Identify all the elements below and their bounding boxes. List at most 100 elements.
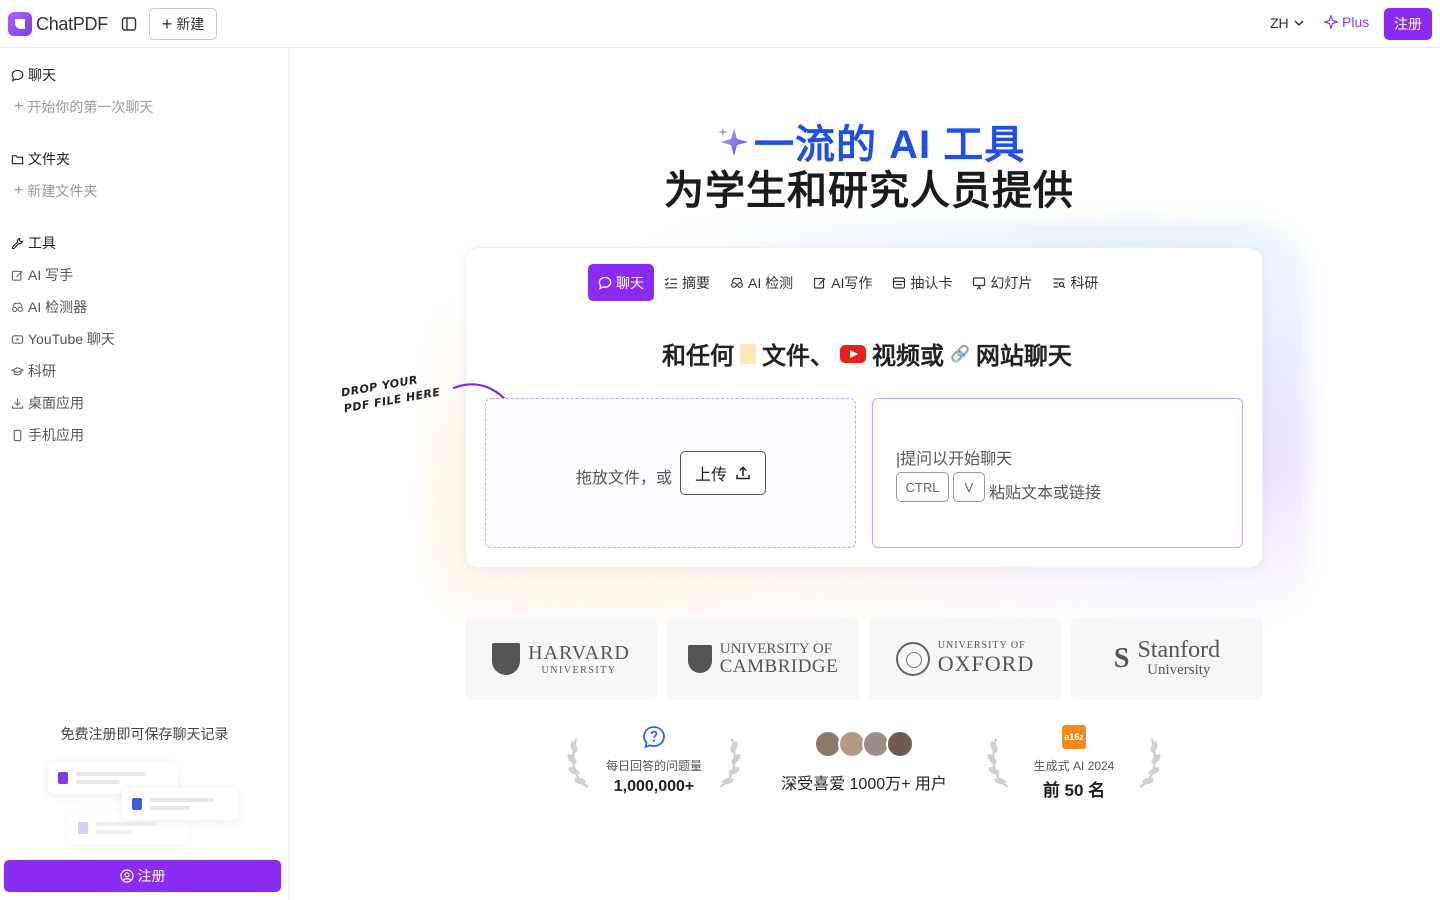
sidebar-register-button[interactable]: 注册	[4, 860, 281, 892]
heading-part: 网站聊天	[975, 343, 1072, 370]
document-icon	[58, 772, 68, 784]
folder-icon	[10, 152, 24, 166]
cambridge-shield-icon	[687, 644, 712, 673]
folder-section-title: 文件夹	[10, 149, 70, 169]
university-sub: University	[1147, 662, 1211, 678]
upload-icon	[736, 466, 750, 480]
university-name: Stanford	[1137, 637, 1221, 663]
plus-upgrade-link[interactable]: Plus	[1324, 14, 1369, 30]
university-logo-harvard: HARVARD UNIVERSITY	[465, 617, 657, 700]
heading-part: 和任何	[662, 343, 734, 370]
tab-summary[interactable]: 摘要	[654, 264, 720, 301]
sidebar-toggle-icon[interactable]	[120, 15, 138, 33]
tab-ai-detect[interactable]: AI 检测	[720, 264, 803, 301]
question-circle-icon	[643, 726, 665, 749]
upload-button[interactable]: 上传	[680, 451, 766, 495]
sidebar-item-ai-detector[interactable]: AI 检测器	[10, 297, 87, 317]
avatar	[886, 730, 914, 758]
tab-label: AI 检测	[748, 274, 794, 291]
sidebar-item-ai-writer[interactable]: AI 写手	[10, 265, 73, 285]
sidebar-item-youtube-chat[interactable]: YouTube 聊天	[10, 329, 115, 349]
a16z-logo: a16z	[1062, 725, 1086, 749]
phone-icon	[10, 428, 24, 442]
detector-icon	[731, 277, 743, 288]
stat-label: 每日回答的问题量	[605, 759, 702, 773]
detector-icon	[10, 300, 24, 314]
a16z-stat: 生成式 AI 2024 前 50 名	[1014, 757, 1134, 801]
university-logo-cambridge: UNIVERSITY OF CAMBRIDGE	[667, 617, 859, 700]
language-label: ZH	[1270, 15, 1289, 31]
sparkle-icon	[718, 127, 748, 156]
hero-title-line2: 为学生和研究人员提供	[664, 169, 1074, 213]
download-icon	[10, 396, 24, 410]
tab-flashcards[interactable]: 抽认卡	[882, 264, 962, 301]
plus-label: Plus	[1342, 14, 1370, 30]
research-icon	[1053, 277, 1066, 288]
tab-chat[interactable]: 聊天	[588, 264, 654, 301]
document-icon	[740, 343, 756, 364]
tab-research[interactable]: 科研	[1042, 264, 1108, 301]
chat-section-title: 聊天	[10, 65, 56, 85]
heading-part: 文件、	[762, 343, 834, 370]
user-avatars	[814, 730, 914, 758]
heading-part: 视频或	[872, 343, 944, 370]
logo-icon	[8, 12, 32, 36]
register-button[interactable]: 注册	[1384, 8, 1432, 40]
sidebar-item-research[interactable]: 科研	[10, 361, 56, 381]
sidebar-item-mobile-app[interactable]: 手机应用	[10, 425, 84, 445]
tools-section-title: 工具	[10, 233, 56, 253]
youtube-icon	[10, 332, 24, 346]
plus-icon: +	[14, 98, 24, 115]
stat-value: 深受喜爱 1000万+ 用户	[781, 776, 947, 793]
language-selector[interactable]: ZH	[1270, 15, 1305, 31]
drop-zone-text: 拖放文件，或	[576, 470, 673, 487]
paste-hint: 粘贴文本或链接	[989, 485, 1102, 502]
university-logo-oxford: UNIVERSITY OF OXFORD	[869, 617, 1061, 700]
sidebar-item-label: 桌面应用	[28, 395, 84, 411]
link-icon: 🔗	[950, 345, 970, 363]
tool-tabs: 聊天 摘要 AI 检测 AI写作 抽认卡 幻灯片 科研	[588, 264, 1108, 301]
plus-icon: +	[14, 182, 24, 199]
tab-slides[interactable]: 幻灯片	[962, 264, 1042, 301]
sidebar-item-label: 科研	[28, 363, 56, 379]
university-name: UNIVERSITY OF	[937, 640, 1026, 651]
university-sub: CAMBRIDGE	[719, 655, 839, 677]
stat-value: 1,000,000+	[613, 778, 695, 795]
questions-stat: 每日回答的问题量 1,000,000+	[594, 757, 714, 796]
edit-icon	[10, 268, 24, 282]
upload-label: 上传	[694, 467, 727, 484]
laurel-left-icon	[567, 738, 589, 788]
list-check-icon	[664, 277, 677, 288]
tab-label: AI写作	[831, 274, 873, 291]
stat-label: 生成式 AI 2024	[1033, 759, 1115, 773]
new-folder-label: 新建文件夹	[27, 183, 98, 199]
register-label: 注册	[137, 868, 166, 884]
university-logo-stanford: S Stanford University	[1071, 617, 1263, 700]
new-chat-label: 新建	[176, 16, 205, 32]
sidebar-item-label: AI 写手	[28, 267, 74, 283]
ctrl-key-badge: CTRL	[896, 472, 949, 502]
placeholder-text: 提问以开始聊天	[900, 451, 1013, 468]
tab-ai-writing[interactable]: AI写作	[803, 264, 882, 301]
start-chat-link[interactable]: + 开始你的第一次聊天	[14, 97, 153, 117]
plus-icon: +	[161, 14, 173, 34]
chevron-down-icon	[1294, 20, 1304, 27]
new-chat-button[interactable]: + 新建	[149, 8, 217, 40]
laurel-left-icon	[987, 738, 1009, 788]
logo-text: ChatPDF	[36, 13, 108, 34]
sidebar-item-label: AI 检测器	[28, 299, 88, 315]
wrench-icon	[10, 236, 24, 250]
new-folder-link[interactable]: + 新建文件夹	[14, 181, 97, 201]
drop-file-hint: DROP YOUR PDF FILE HERE	[340, 369, 442, 417]
university-name: UNIVERSITY OF	[719, 640, 833, 657]
sparkle-icon	[1324, 15, 1338, 29]
laurel-right-icon	[719, 738, 741, 788]
chat-icon	[10, 68, 24, 82]
tab-label: 幻灯片	[990, 274, 1033, 291]
folder-title: 文件夹	[28, 151, 70, 167]
tab-label: 聊天	[616, 274, 644, 291]
tab-label: 抽认卡	[910, 274, 953, 291]
sidebar-item-desktop-app[interactable]: 桌面应用	[10, 393, 84, 413]
graduation-cap-icon	[10, 364, 24, 378]
logo[interactable]: ChatPDF	[8, 12, 108, 36]
